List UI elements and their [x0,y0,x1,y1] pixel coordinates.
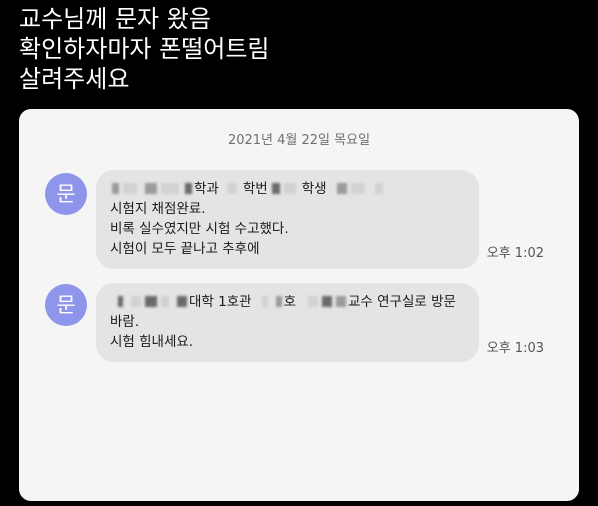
message-line: 대학 1호관 호 교수 연구실로 방문 [110,292,465,312]
message-line: 시험지 채점완료. [110,201,206,217]
message-line: 시험 힘내세요. [110,334,194,350]
message-bubble[interactable]: 학과 학번 학생 시험지 채점완료. 비록 실수였지만 시험 수고했다. 시험이 모… [96,170,479,269]
redacted-text [161,182,179,194]
caption-line-1: 교수님께 문자 왔음 [19,5,211,33]
conversation-date: 2021년 4월 22일 목요일 [227,133,371,148]
message-text: 학번 [242,181,268,197]
redacted-text [112,182,119,194]
message-text: 교수 연구실로 방문 [347,294,456,310]
caption-line-3: 살려주세요 [19,65,130,93]
message-line: 시험이 모두 끝나고 추후에 [110,241,260,257]
message-line: 비록 실수였지만 시험 수고했다. [110,221,289,237]
redacted-text [261,295,268,307]
message-text: 학생 [301,181,327,197]
redacted-text [335,295,346,307]
redacted-text [374,182,383,194]
message-time: 오후 1:02 [486,246,544,261]
message-line: 바람. [110,314,140,330]
redacted-text [283,182,296,194]
redacted-text [118,295,123,307]
redacted-text [123,182,137,194]
redacted-text [307,295,318,307]
message-text: 호 [283,294,296,310]
redacted-text [336,182,347,194]
redacted-text [350,182,365,194]
message-screenshot: 2021년 4월 22일 목요일 문 학과 학번 학생 시험지 채점완료. 비록 실… [19,109,579,501]
caption-line-2: 확인하자마자 폰떨어트림 [19,35,270,63]
redacted-text [145,295,157,307]
message-bubble[interactable]: 대학 1호관 호 교수 연구실로 방문 바람. 시험 힘내세요. [96,283,479,362]
redacted-text [131,295,141,307]
sender-avatar[interactable]: 문 [45,173,87,215]
redacted-text [275,295,282,307]
redacted-text [321,295,332,307]
message-text: 학과 [194,181,219,197]
redacted-text [161,295,169,307]
redacted-text [226,182,237,194]
redacted-text [271,182,280,194]
redacted-text [177,295,187,307]
sender-avatar[interactable]: 문 [45,284,87,326]
redacted-text [145,182,157,194]
message-line: 학과 학번 학생 [110,179,465,199]
redacted-text [185,182,192,194]
message-time: 오후 1:03 [486,341,544,356]
post-caption: 교수님께 문자 왔음 확인하자마자 폰떨어트림 살려주세요 [19,4,270,94]
message-text: 대학 1호관 [189,294,252,310]
